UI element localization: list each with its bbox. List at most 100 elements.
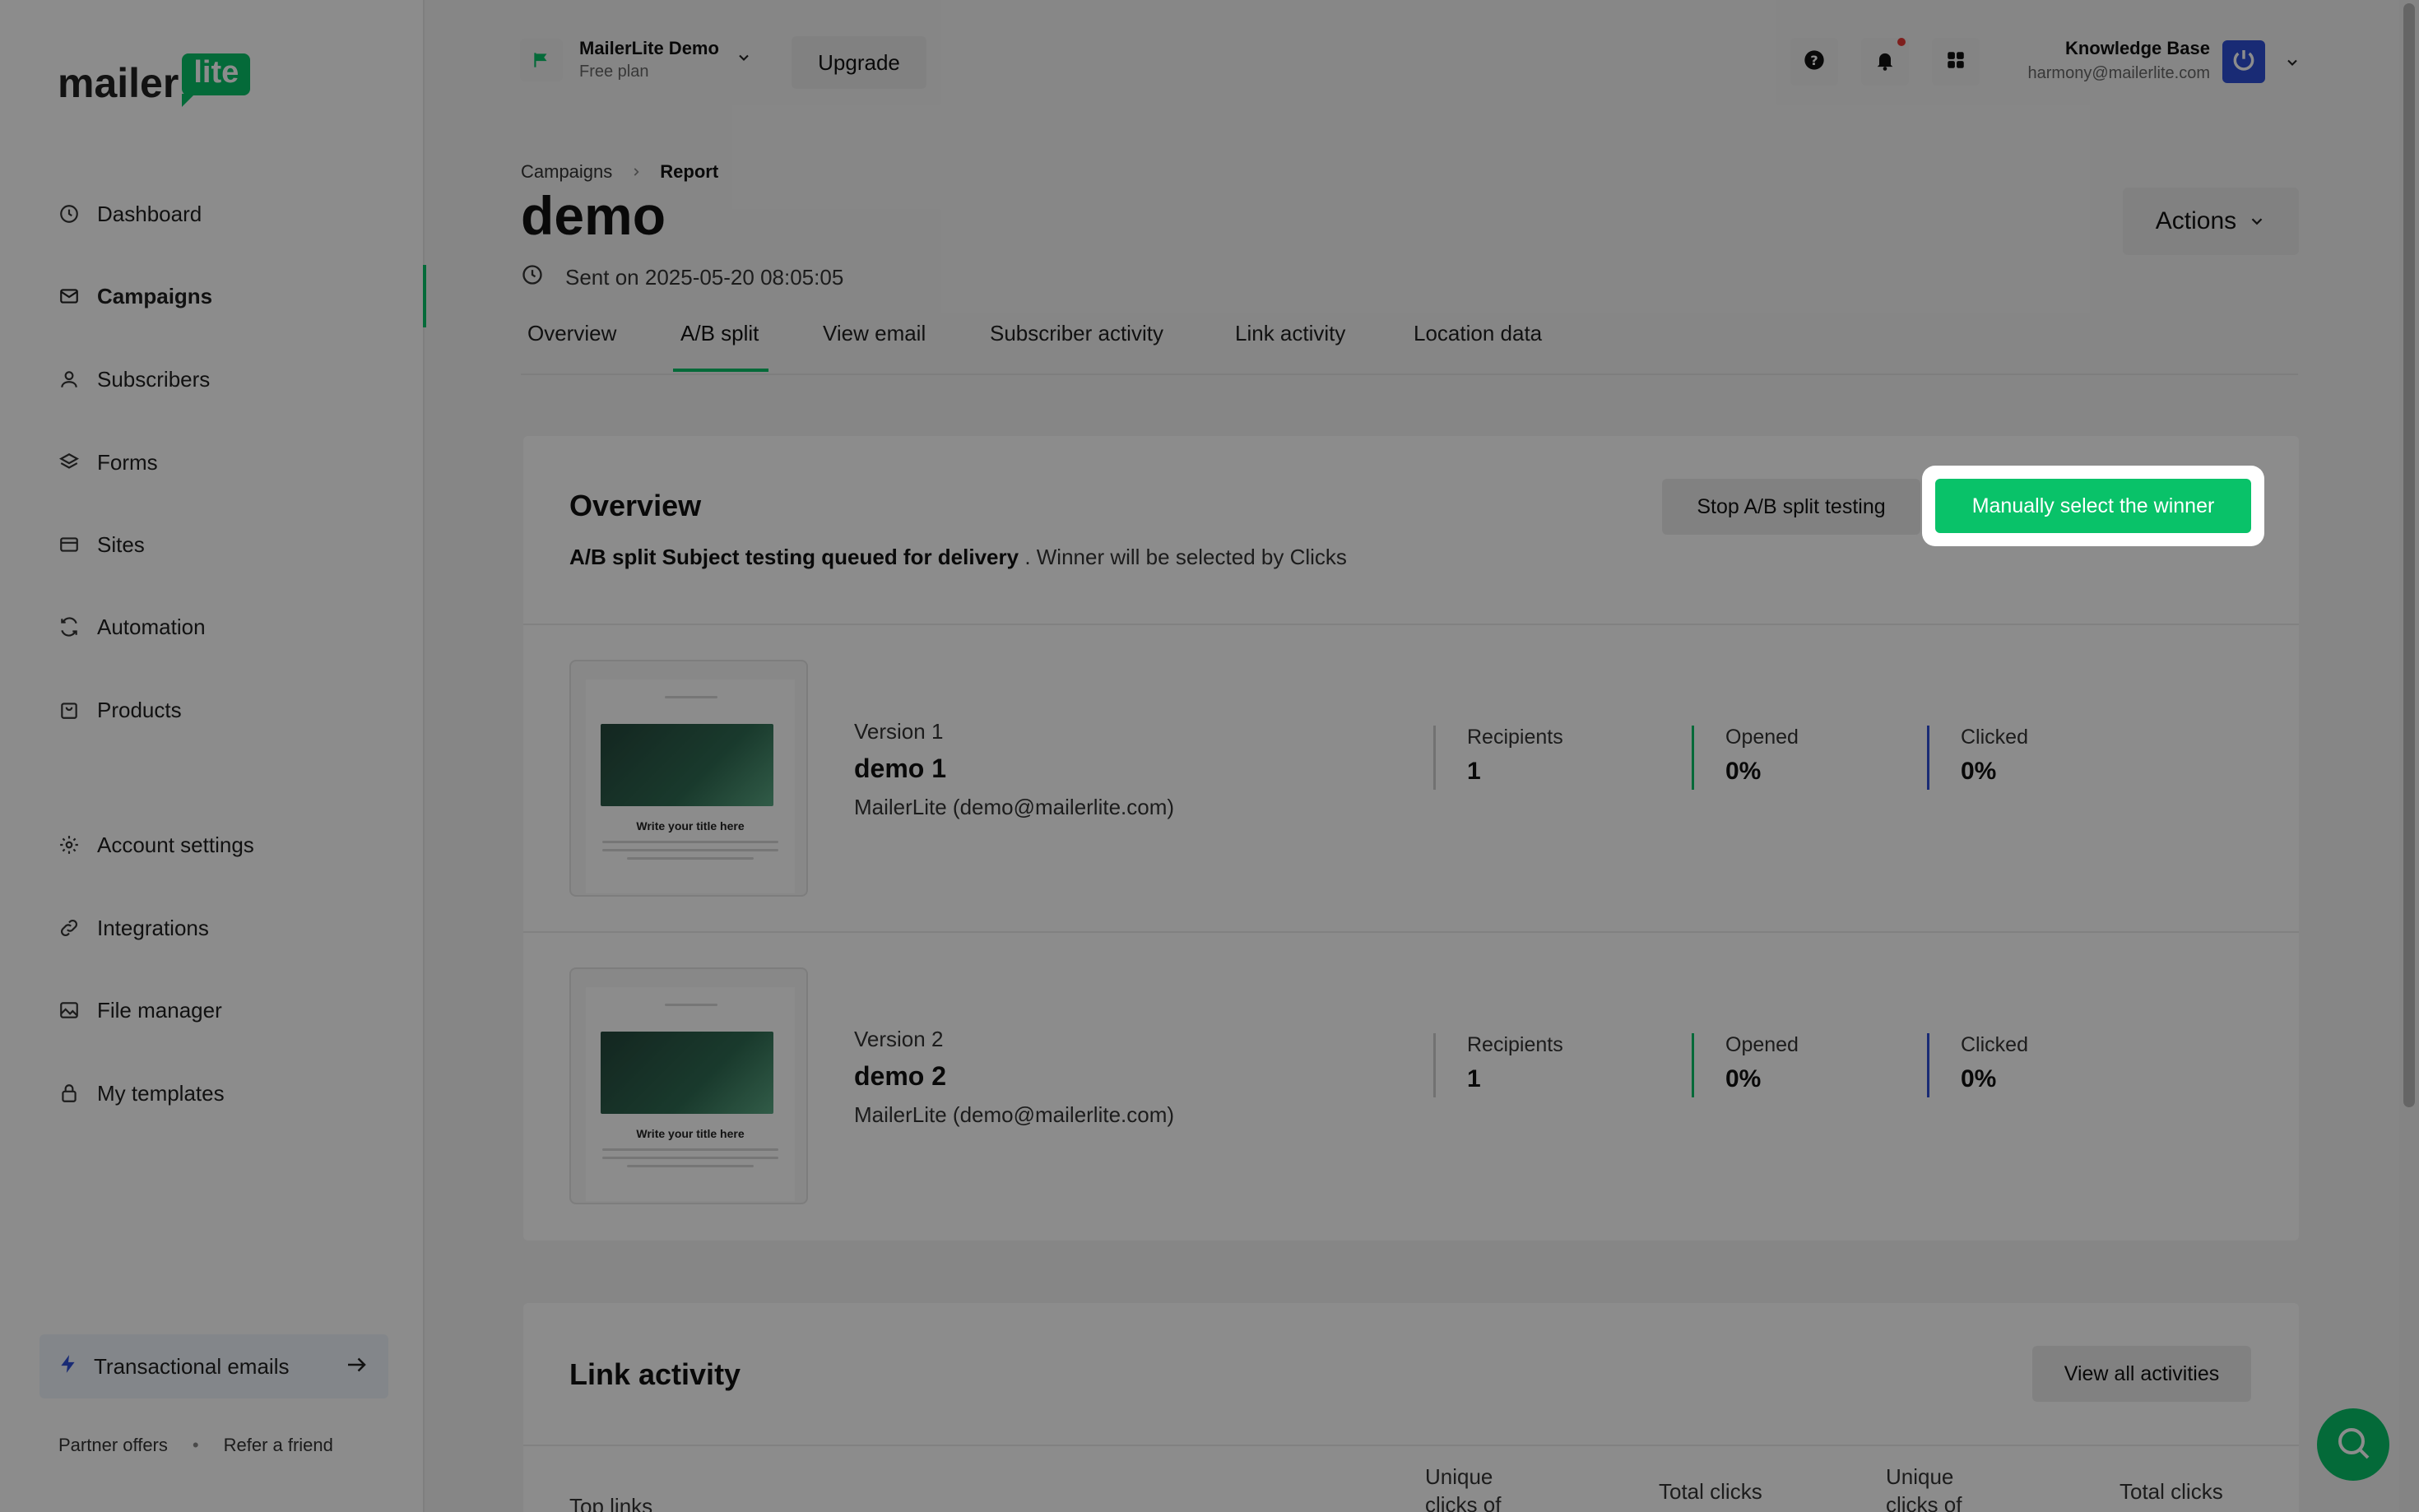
notifications-button[interactable]	[1861, 38, 1909, 86]
refer-friend-link[interactable]: Refer a friend	[224, 1435, 333, 1456]
column-header-total-clicks: Total clicks	[2120, 1479, 2223, 1504]
thumbnail-title: Write your title here	[636, 819, 745, 833]
page-scrollbar[interactable]	[2399, 0, 2419, 1512]
link-activity-title: Link activity	[569, 1357, 741, 1391]
refresh-icon	[58, 615, 81, 638]
sidebar-item-subscribers[interactable]: Subscribers	[0, 348, 425, 410]
stat-value: 0%	[1725, 758, 1762, 785]
stat-value: 1	[1467, 758, 1481, 785]
tab-link-activity[interactable]: Link activity	[1235, 321, 1345, 346]
image-icon	[58, 999, 81, 1022]
notification-dot	[1897, 38, 1906, 46]
bell-icon	[1873, 49, 1897, 76]
partner-offers-link[interactable]: Partner offers	[58, 1435, 168, 1456]
thumbnail-text-line	[602, 1157, 778, 1159]
tab-subscriber-activity[interactable]: Subscriber activity	[990, 321, 1163, 346]
email-preview-thumbnail[interactable]: Write your title here	[569, 660, 808, 897]
stat-label: Clicked	[1961, 1033, 2028, 1056]
sidebar-item-label: Forms	[97, 449, 158, 475]
actions-label: Actions	[2155, 207, 2237, 234]
thumbnail-text-line	[627, 1165, 754, 1167]
actions-button[interactable]: Actions	[2123, 188, 2299, 255]
sent-date-text: Sent on 2025-05-20 08:05:05	[565, 265, 844, 290]
flag-icon	[520, 38, 563, 81]
topbar: MailerLite Demo Free plan Upgrade ? Know…	[425, 0, 2419, 123]
question-icon: ?	[1803, 49, 1826, 76]
apps-button[interactable]	[1932, 38, 1980, 86]
person-icon	[58, 368, 81, 391]
bag-icon	[58, 698, 81, 721]
version-label: Version 1	[854, 719, 944, 744]
sidebar-item-label: Products	[97, 697, 182, 722]
mailerlite-logo[interactable]: mailer lite	[58, 53, 251, 107]
column-header-unique-clicks: Unique clicks of	[1425, 1464, 1502, 1512]
sidebar-item-forms[interactable]: Forms	[0, 431, 425, 494]
user-menu[interactable]: Knowledge Base harmony@mailerlite.com	[2004, 38, 2210, 83]
sidebar-item-sites[interactable]: Sites	[0, 513, 425, 576]
breadcrumb-campaigns[interactable]: Campaigns	[521, 161, 612, 183]
stat-value: 0%	[1961, 1065, 1997, 1092]
thumbnail-text-line	[627, 857, 754, 860]
sent-date: Sent on 2025-05-20 08:05:05	[521, 263, 843, 292]
link-activity-card: Link activity View all activities Top li…	[523, 1303, 2299, 1512]
sidebar-item-label: Sites	[97, 531, 145, 557]
clock-icon	[521, 263, 544, 292]
version-row: Write your title here Version 2 demo 2 M…	[523, 933, 2299, 1241]
help-search-button[interactable]	[2317, 1408, 2389, 1481]
transactional-emails-button[interactable]: Transactional emails	[39, 1334, 388, 1398]
version-sender: MailerLite (demo@mailerlite.com)	[854, 1102, 1175, 1127]
sidebar-item-label: Automation	[97, 614, 206, 639]
overview-title: Overview	[569, 489, 702, 522]
clicked-stat: Clicked 0%	[1927, 726, 2028, 790]
overview-status: A/B split Subject testing queued for del…	[569, 545, 1347, 570]
logo-text: mailer	[58, 60, 179, 106]
sidebar-item-dashboard[interactable]: Dashboard	[0, 183, 425, 245]
transactional-emails-label: Transactional emails	[94, 1353, 290, 1379]
sidebar-item-label: File manager	[97, 997, 222, 1023]
chevron-down-icon	[2251, 218, 2263, 225]
stop-ab-split-button[interactable]: Stop A/B split testing	[1662, 479, 1920, 535]
thumbnail-text-line	[602, 1148, 778, 1151]
tab-location-data[interactable]: Location data	[1414, 321, 1542, 346]
logo-badge: lite	[182, 53, 251, 107]
gear-icon	[58, 833, 81, 856]
account-text: MailerLite Demo Free plan	[579, 38, 719, 81]
manually-select-winner-button[interactable]: Manually select the winner	[1935, 479, 2251, 533]
thumbnail-hero-image	[601, 1032, 773, 1114]
column-header-unique-clicks: Unique clicks of	[1886, 1464, 1962, 1512]
page-title: demo	[521, 185, 666, 246]
avatar[interactable]	[2222, 40, 2265, 83]
chevron-down-icon[interactable]	[2284, 54, 2301, 75]
thumbnail-text-line	[602, 841, 778, 843]
sidebar-item-integrations[interactable]: Integrations	[0, 897, 425, 959]
tab-ab-split[interactable]: A/B split	[680, 321, 759, 346]
stat-label: Opened	[1725, 1033, 1799, 1056]
tab-view-email[interactable]: View email	[823, 321, 926, 346]
stat-value: 0%	[1961, 758, 1997, 785]
tab-overview[interactable]: Overview	[527, 321, 616, 346]
version-name: demo 1	[854, 754, 947, 783]
sidebar-item-campaigns[interactable]: Campaigns	[0, 265, 426, 327]
sidebar-item-account-settings[interactable]: Account settings	[0, 814, 425, 876]
email-preview-thumbnail[interactable]: Write your title here	[569, 967, 808, 1204]
thumbnail-nav	[665, 1004, 717, 1006]
account-plan: Free plan	[579, 63, 649, 81]
sidebar-item-my-templates[interactable]: My templates	[0, 1062, 425, 1125]
sidebar-item-automation[interactable]: Automation	[0, 596, 425, 658]
svg-text:?: ?	[1810, 52, 1818, 67]
sidebar-item-file-manager[interactable]: File manager	[0, 979, 425, 1041]
ab-overview-card: Overview A/B split Subject testing queue…	[523, 436, 2299, 1241]
stat-value: 1	[1467, 1065, 1481, 1092]
account-switcher[interactable]: MailerLite Demo Free plan	[520, 38, 752, 81]
mail-icon	[58, 285, 81, 308]
separator-dot: •	[192, 1435, 199, 1455]
view-all-activities-button[interactable]: View all activities	[2032, 1346, 2251, 1402]
layers-icon	[58, 451, 81, 474]
chevron-down-icon	[736, 49, 752, 70]
stat-value: 0%	[1725, 1065, 1762, 1092]
upgrade-button[interactable]: Upgrade	[792, 36, 926, 89]
help-button[interactable]: ?	[1790, 38, 1838, 86]
lock-icon	[58, 1082, 81, 1105]
scrollbar-thumb[interactable]	[2403, 3, 2415, 1107]
sidebar-item-products[interactable]: Products	[0, 679, 425, 741]
